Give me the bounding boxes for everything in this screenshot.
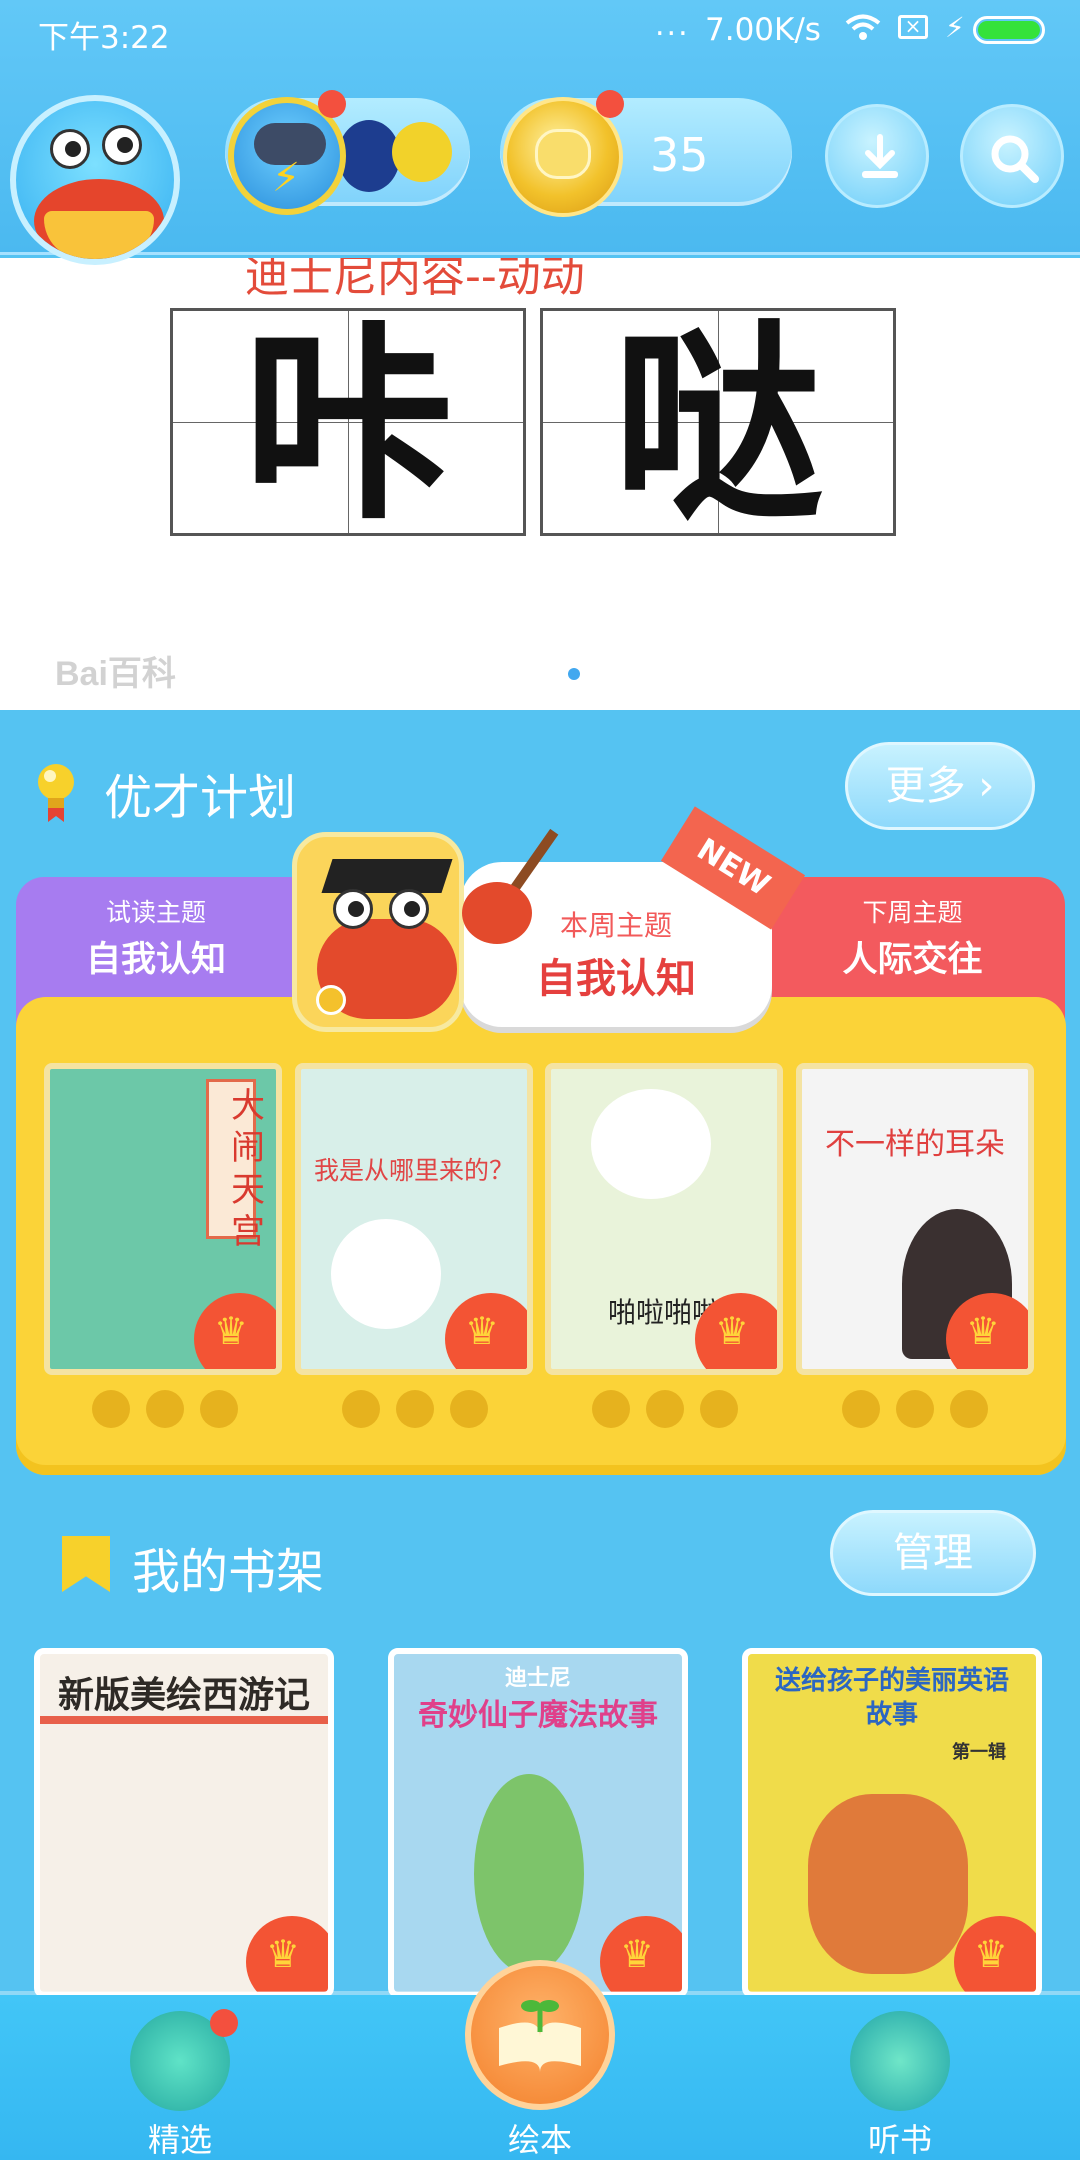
tab-big-label: 自我认知 [85,940,226,980]
vip-crown-icon: ♛ [246,1916,328,1992]
search-icon [991,135,1039,183]
chevron-right-icon: › [965,763,995,809]
shelf-book[interactable]: 送给孩子的美丽英语故事 第一辑 ♛ [742,1648,1042,1998]
coin-notification-dot [596,90,624,118]
tab-small-label: 下周主题 [862,898,963,927]
nav-label: 听书 [867,2121,932,2159]
shelf-book[interactable]: 迪士尼 奇妙仙子魔法故事 ♛ [388,1648,688,1998]
vip-crown-icon: ♛ [194,1293,276,1369]
status-bar: 下午3:22 ... 7.00K/s × ⚡ [0,0,1080,62]
more-button[interactable]: 更多 › [845,742,1035,830]
medal-icon [316,985,346,1015]
network-speed: 7.00K/s [705,12,821,48]
fish-icon [392,122,452,182]
tab-big-label: 自我认知 [536,956,696,1002]
book-title: 大闹天宫 [231,1086,265,1252]
plan-book[interactable]: 我是从哪里来的？ ♛ [295,1063,533,1375]
book-title: 不一样的耳朵 [825,1127,1005,1162]
featured-notification-dot [210,2009,238,2037]
download-button[interactable] [825,104,929,208]
weather-notification-dot [318,90,346,118]
wifi-icon [845,14,881,40]
tab-small-label: 试读主题 [105,898,206,927]
open-book-sprout-icon[interactable] [465,1960,615,2110]
headphones-music-icon [850,2011,950,2111]
plan-book[interactable]: 大闹天宫 ♛ [44,1063,282,1375]
baidu-watermark: Bai百科 [55,655,176,693]
vip-crown-icon: ♛ [600,1916,682,1992]
book-title: 新版美绘西游记 [57,1674,310,1716]
book-publisher: 迪士尼 [504,1666,571,1691]
book-icon [499,2000,581,2072]
manage-button[interactable]: 管理 [830,1510,1036,1596]
coin-count: 35 [650,128,709,182]
book-progress-dots [92,1390,254,1430]
nav-label: 精选 [147,2121,212,2159]
charging-icon: ⚡ [945,11,965,44]
vip-crown-icon: ♛ [445,1293,527,1369]
vip-crown-icon: ♛ [695,1293,777,1369]
lightbulb-icon [38,764,74,822]
planet-icon [338,120,400,192]
book-title: 奇妙仙子魔法故事 [418,1698,658,1733]
book-progress-dots [592,1390,754,1430]
vip-crown-icon: ♛ [946,1293,1028,1369]
tab-big-label: 人际交往 [842,940,983,980]
nav-label: 绘本 [507,2121,572,2159]
book-title: 送给孩子的美丽英语故事 [774,1666,1009,1730]
banner-character: 咔 [242,301,453,548]
plan-book[interactable]: 啪啦啪啦 ♛ [545,1063,783,1375]
more-label: 更多 [885,763,966,809]
plan-header: 优才计划 更多 › [0,720,1080,860]
mascot-avatar[interactable] [10,95,180,265]
nav-item-featured[interactable]: 精选 [80,1995,280,2160]
download-icon [862,134,898,178]
banner-caption: 迪士尼内容--动动 [245,258,585,302]
plan-title: 优才计划 [104,770,297,826]
book-progress-dots [342,1390,504,1430]
battery-icon [973,16,1045,44]
book-title: 我是从哪里来的？ [313,1156,514,1185]
top-bar: 下午3:22 ... 7.00K/s × ⚡ ⚡ 35 [0,0,1080,265]
shelf-title: 我的书架 [132,1544,325,1600]
shelf-book[interactable]: 新版美绘西游记 ♛ [34,1648,334,1998]
status-dots: ... [655,8,690,43]
nav-item-audiobooks[interactable]: 听书 [800,1995,1000,2160]
status-time: 下午3:22 [38,20,170,56]
carousel-indicator [568,668,580,680]
banner-character: 哒 [612,301,823,548]
sim-card-icon: × [898,15,928,39]
character-box-2: 哒 [540,301,896,548]
book-volume: 第一辑 [952,1742,1006,1763]
book-progress-dots [842,1390,1004,1430]
battery-level [978,21,1040,39]
character-box-1: 咔 [170,301,526,548]
manage-label: 管理 [893,1530,973,1576]
search-button[interactable] [960,104,1064,208]
mascot-claw [462,882,532,944]
bookmark-icon [62,1536,110,1592]
plan-book[interactable]: 不一样的耳朵 ♛ [796,1063,1034,1375]
banner-carousel[interactable]: 迪士尼内容--动动 咔 哒 Bai百科 [0,258,1080,710]
vip-crown-icon: ♛ [954,1916,1036,1992]
